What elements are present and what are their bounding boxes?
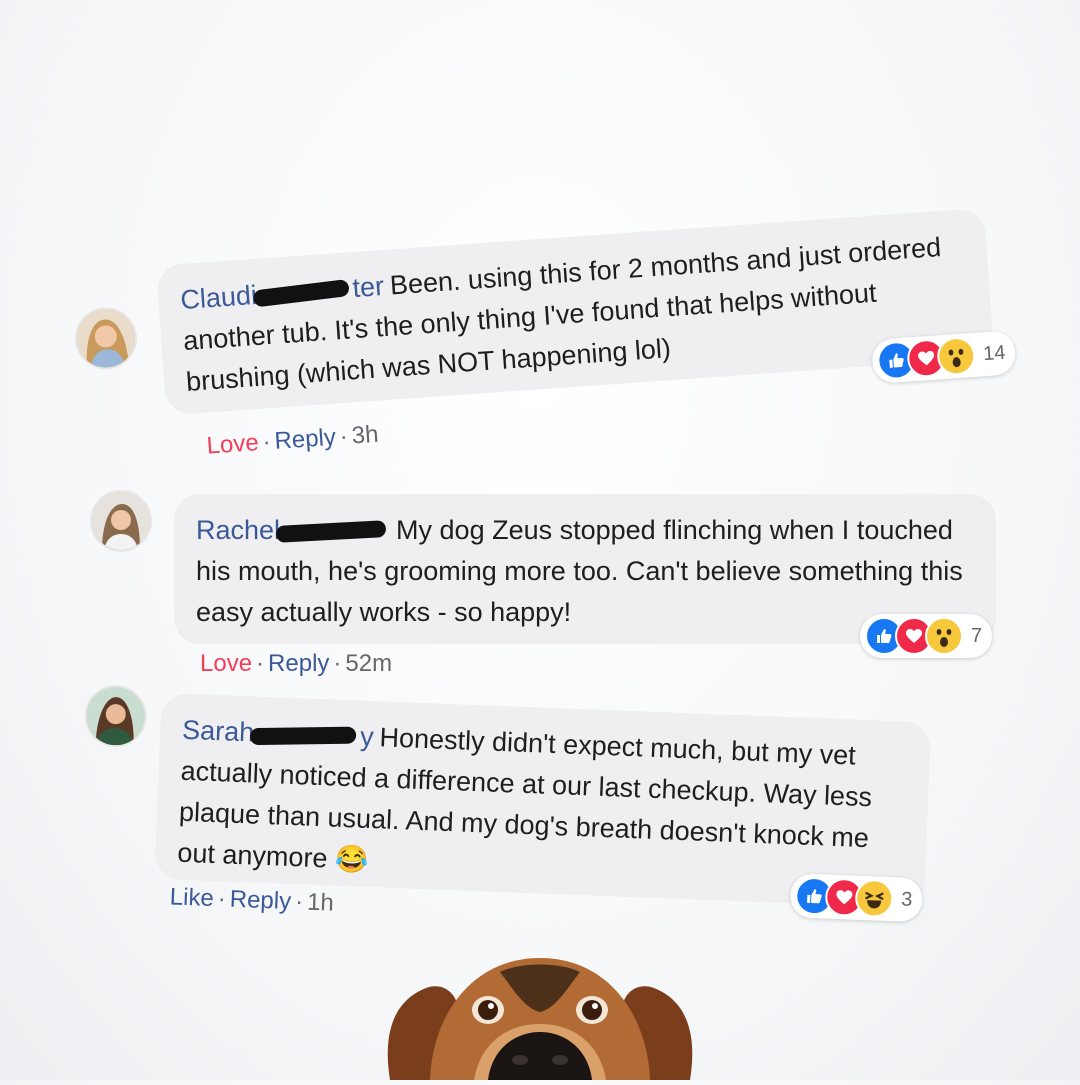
comment-author[interactable]: Sarah y xyxy=(182,715,375,752)
dog-image xyxy=(370,948,710,1085)
avatar[interactable] xyxy=(72,305,140,372)
comment-actions: Love·Reply·3h xyxy=(205,420,380,460)
reaction-count: 3 xyxy=(900,887,913,911)
comment-time: 52m xyxy=(345,650,393,677)
comment-author[interactable]: Claudi ter xyxy=(179,271,385,315)
comment-bubble: Claudi ter Been. using this for 2 months a… xyxy=(155,207,995,416)
reply-action[interactable]: Reply xyxy=(274,424,337,455)
reaction-summary[interactable]: 3 xyxy=(789,873,924,923)
like-action[interactable]: Like xyxy=(169,883,214,912)
comment-card-3: Sarah y Honestly didn't expect much, but m… xyxy=(76,682,945,965)
redaction-mark xyxy=(250,727,357,746)
love-action[interactable]: Love xyxy=(200,650,252,677)
redaction-mark xyxy=(275,520,387,544)
love-action[interactable]: Love xyxy=(206,429,260,460)
comment-actions: Like · Reply · 1h xyxy=(169,883,335,917)
comment-card-1: Claudi ter Been. using this for 2 months a… xyxy=(60,145,1018,500)
comment-time: 3h xyxy=(350,420,380,450)
reaction-summary[interactable]: 14 xyxy=(870,330,1017,384)
reaction-count: 14 xyxy=(982,341,1007,365)
redaction-mark xyxy=(252,279,350,308)
haha-reaction-icon xyxy=(854,878,894,919)
avatar[interactable] xyxy=(90,490,152,552)
comment-card-2: Rachel My dog Zeus stopped flinching when… xyxy=(88,488,1008,688)
reaction-count: 7 xyxy=(971,624,983,647)
reaction-summary[interactable]: 7 xyxy=(860,614,993,658)
comment-author[interactable]: Rachel xyxy=(196,515,390,545)
reply-action[interactable]: Reply xyxy=(229,886,291,915)
avatar[interactable] xyxy=(83,683,148,749)
laughing-emoji-icon: 😂 xyxy=(334,843,370,875)
comment-time: 1h xyxy=(306,888,335,917)
reply-action[interactable]: Reply xyxy=(268,650,329,677)
wow-reaction-icon xyxy=(935,335,977,377)
wow-reaction-icon xyxy=(925,617,963,655)
comment-text: Been. using this for 2 months and just o… xyxy=(182,232,943,397)
comment-actions: Love · Reply · 52m xyxy=(200,650,393,677)
